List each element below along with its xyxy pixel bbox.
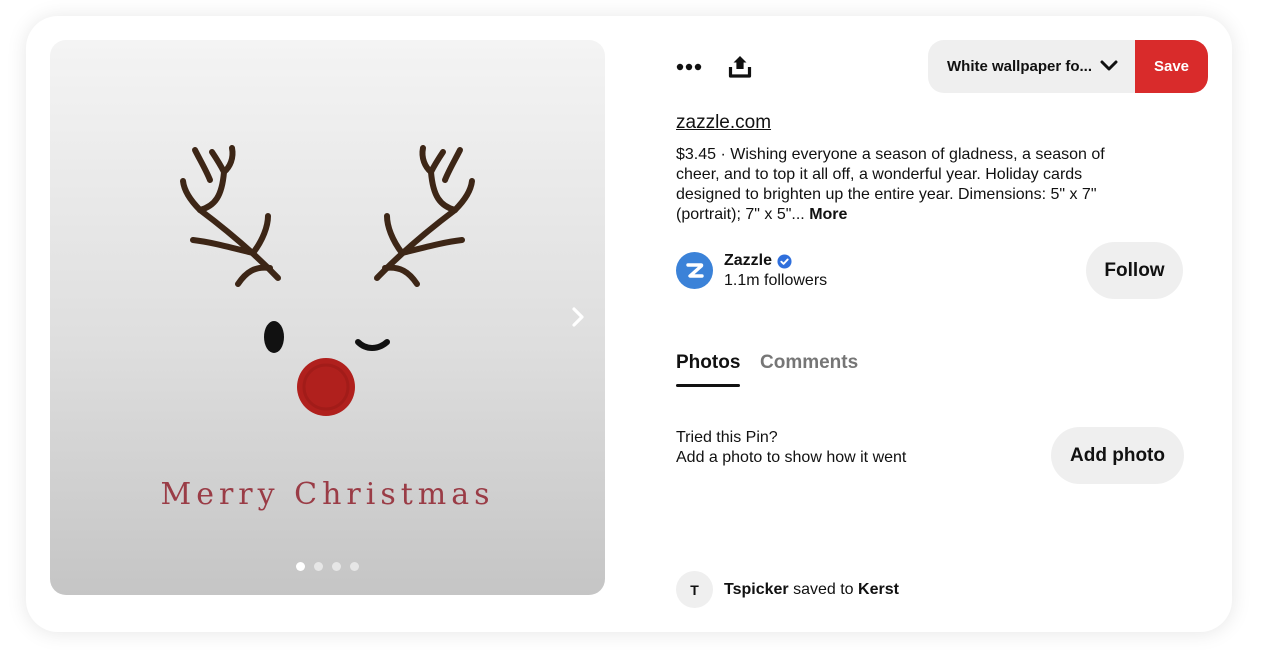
carousel-dot[interactable]: [350, 562, 359, 571]
pin-description: $3.45 · Wishing everyone a season of gla…: [676, 145, 1146, 225]
active-tab-indicator: [676, 384, 740, 387]
share-upload-icon[interactable]: [726, 52, 754, 80]
source-link[interactable]: zazzle.com: [676, 112, 771, 134]
verified-badge-icon: [777, 253, 792, 269]
chevron-right-icon[interactable]: [564, 303, 592, 331]
follower-count: 1.1m followers: [724, 272, 828, 289]
carousel-dot[interactable]: [332, 562, 341, 571]
creator-avatar[interactable]: [676, 252, 713, 289]
red-nose: [297, 358, 355, 416]
pin-card: Merry Christmas White wallpaper fo... Sa…: [26, 16, 1232, 632]
carousel-dot[interactable]: [296, 562, 305, 571]
chevron-down-icon: [1100, 59, 1118, 78]
winking-eye: [355, 339, 390, 351]
description-text: $3.45 · Wishing everyone a season of gla…: [676, 146, 1105, 223]
saved-to-text: saved to: [793, 581, 854, 598]
greeting-text: Merry Christmas: [160, 477, 495, 512]
add-photo-button[interactable]: Add photo: [1051, 427, 1184, 484]
creator-name-label: Zazzle: [724, 252, 773, 269]
tab-comments[interactable]: Comments: [760, 352, 858, 374]
follow-button[interactable]: Follow: [1086, 242, 1183, 299]
tab-photos[interactable]: Photos: [676, 352, 740, 374]
pin-details: White wallpaper fo... Save zazzle.com $3…: [676, 16, 1210, 632]
saved-board-name[interactable]: Kerst: [858, 581, 899, 598]
saved-by-text: Tspicker saved to Kerst: [724, 581, 899, 599]
tried-pin-subtext: Add a photo to show how it went: [676, 449, 907, 466]
creator-name[interactable]: Zazzle: [724, 252, 792, 270]
avatar[interactable]: T: [676, 571, 713, 608]
zazzle-logo-icon: [685, 262, 704, 278]
save-button[interactable]: Save: [1135, 40, 1208, 93]
more-link[interactable]: More: [809, 206, 847, 223]
open-eye: [264, 321, 284, 353]
pin-image[interactable]: Merry Christmas: [50, 40, 605, 595]
board-select[interactable]: White wallpaper fo...: [928, 40, 1136, 93]
tried-pin-heading: Tried this Pin?: [676, 429, 778, 446]
saver-username[interactable]: Tspicker: [724, 581, 789, 598]
antlers: [180, 145, 475, 287]
carousel-dots: [50, 562, 605, 571]
carousel-dot[interactable]: [314, 562, 323, 571]
board-select-value: White wallpaper fo...: [947, 58, 1093, 75]
more-dots-icon[interactable]: [676, 54, 702, 80]
